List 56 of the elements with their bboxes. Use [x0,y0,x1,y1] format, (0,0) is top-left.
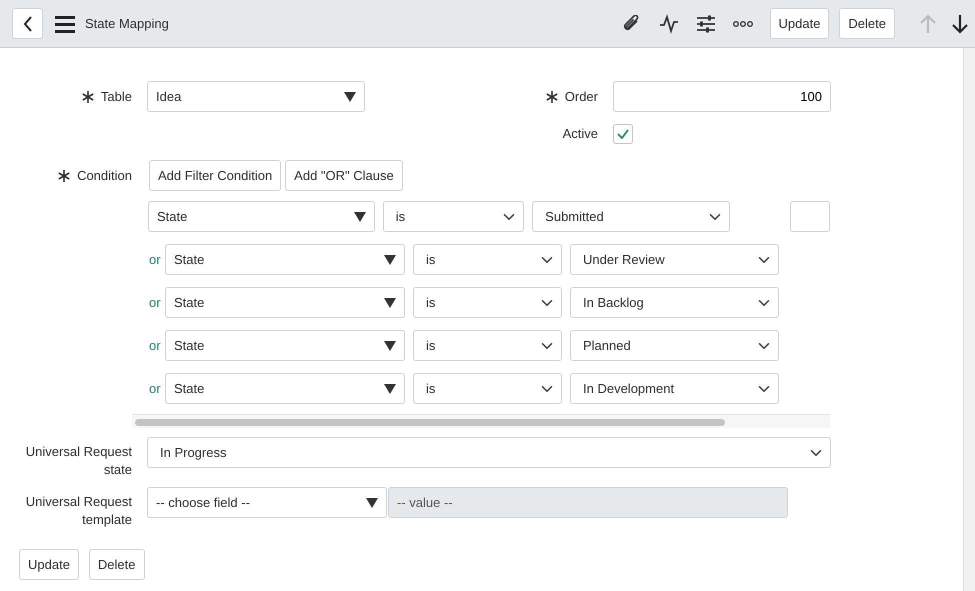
value-select[interactable]: In Development [570,373,779,404]
value-select[interactable]: Planned [570,330,779,361]
horizontal-scrollbar[interactable] [132,414,830,428]
field-label: Order [564,88,598,106]
caret-icon [344,92,356,102]
back-icon [22,16,32,32]
page-title: State Mapping [85,14,169,33]
field-select[interactable]: State [165,373,405,404]
field-label: Active [562,125,598,144]
value-select[interactable]: Submitted [532,201,730,232]
vertical-scrollbar[interactable] [963,48,975,591]
active-checkbox[interactable] [613,124,633,144]
field-label: Condition [77,166,132,185]
or-label: or [149,336,162,355]
field-label: Table [100,88,132,106]
caret-icon [384,340,396,350]
operator-select[interactable]: is [413,373,562,404]
request-state-select[interactable]: In Progress [147,437,831,468]
check-icon [617,129,629,139]
or-label: or [149,294,162,312]
back-button[interactable] [12,8,43,39]
header-button[interactable]: Delete [839,8,895,39]
caret-icon [366,498,378,508]
field-select[interactable]: State [165,287,405,318]
field-select[interactable]: State [165,330,405,361]
header-button[interactable]: Update [770,8,830,39]
value-select[interactable]: Under Review [570,244,779,275]
field-label: Universal Request template [24,493,132,529]
field-select[interactable]: State [148,201,375,232]
menu-icon[interactable] [55,14,77,32]
activity-icon[interactable] [658,14,678,34]
caret-icon [384,254,396,264]
value-field: -- value -- [388,487,788,518]
operator-select[interactable]: is [382,201,524,232]
down-arrow-icon[interactable] [951,14,969,34]
table-select[interactable]: Idea [147,81,365,112]
operator-select[interactable]: is [413,330,562,361]
footer-button[interactable]: Update [19,549,79,580]
footer-button[interactable]: Delete [88,549,144,580]
field-select[interactable]: State [165,244,405,275]
operator-select[interactable]: is [413,244,562,275]
caret-icon [384,298,396,308]
value-select[interactable]: In Backlog [570,287,779,318]
caret-icon [384,384,396,394]
operator-select[interactable]: is [413,287,562,318]
sliders-icon[interactable] [696,14,716,34]
attachment-icon[interactable] [622,14,642,32]
caret-icon [354,212,366,222]
or-label: or [149,250,162,269]
order-field[interactable]: 100 [613,81,831,112]
or-label: or [149,380,162,398]
template-field-select[interactable]: -- choose field -- [147,487,387,518]
filter-button[interactable]: Add Filter Condition [149,160,282,191]
field-label: Universal Request state [24,443,132,479]
more-icon[interactable] [732,18,752,28]
filter-button[interactable]: Add "OR" Clause [285,160,403,191]
